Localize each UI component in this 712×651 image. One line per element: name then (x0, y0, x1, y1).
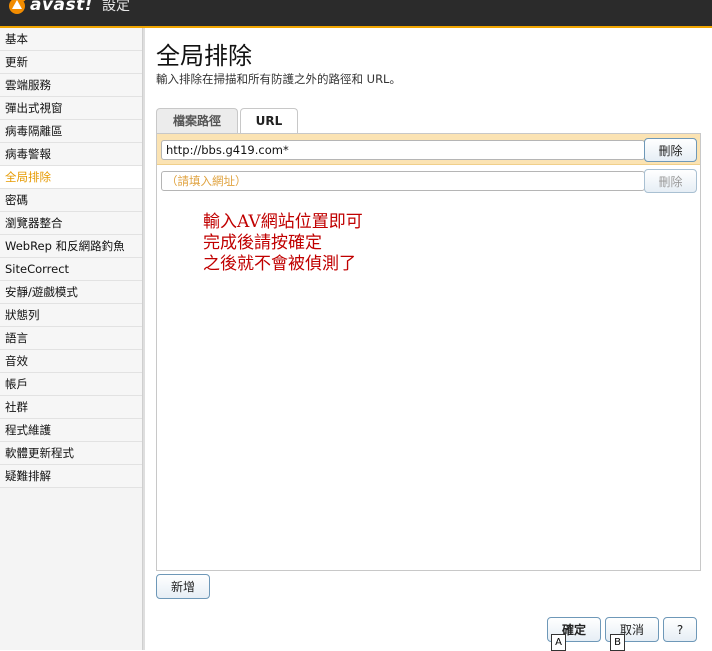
annotation-line: 輸入AV網站位置即可 (203, 212, 363, 232)
sidebar-item-account[interactable]: 帳戶 (0, 373, 142, 396)
page-description: 輸入排除在掃描和所有防護之外的路徑和 URL。 (156, 72, 401, 86)
sidebar-item-update[interactable]: 更新 (0, 51, 142, 74)
help-button[interactable]: ? (663, 617, 697, 642)
sidebar-divider (143, 28, 145, 650)
instruction-annotation: 輸入AV網站位置即可 完成後請按確定 之後就不會被偵測了 (203, 212, 363, 275)
add-url-button[interactable]: 新增 (156, 574, 210, 599)
window-title: 設定 (102, 0, 130, 14)
delete-new-url-button[interactable]: 刪除 (644, 169, 697, 193)
sidebar-item-virus-alert[interactable]: 病毒警報 (0, 143, 142, 166)
sidebar-item-webrep[interactable]: WebRep 和反網路釣魚 (0, 235, 142, 258)
sidebar-item-software-updater[interactable]: 軟體更新程式 (0, 442, 142, 465)
delete-url-button[interactable]: 刪除 (644, 138, 697, 162)
sidebar-item-maintenance[interactable]: 程式維護 (0, 419, 142, 442)
sidebar-item-cloud-services[interactable]: 雲端服務 (0, 74, 142, 97)
sidebar-item-community[interactable]: 社群 (0, 396, 142, 419)
sidebar-item-status-bar[interactable]: 狀態列 (0, 304, 142, 327)
tab-url[interactable]: URL (240, 108, 298, 134)
avast-logo: avast! (6, 0, 93, 16)
settings-sidebar: 基本 更新 雲端服務 彈出式視窗 病毒隔離區 病毒警報 全局排除 密碼 瀏覽器整… (0, 28, 143, 650)
annotation-line: 完成後請按確定 (203, 233, 322, 253)
brand-name: avast! (30, 0, 94, 15)
sidebar-item-popups[interactable]: 彈出式視窗 (0, 97, 142, 120)
sidebar-item-sounds[interactable]: 音效 (0, 350, 142, 373)
sidebar-item-troubleshooting[interactable]: 疑難排解 (0, 465, 142, 488)
sidebar-item-global-exclusions[interactable]: 全局排除 (0, 166, 142, 189)
main-content: 全局排除 輸入排除在掃描和所有防護之外的路徑和 URL。 檔案路徑 URL 刪除… (146, 28, 712, 651)
keyboard-hint-a: A (551, 634, 566, 651)
sidebar-item-silent-gaming-mode[interactable]: 安靜/遊戲模式 (0, 281, 142, 304)
url-input-existing[interactable] (161, 140, 645, 160)
tab-file-paths[interactable]: 檔案路徑 (156, 108, 238, 133)
sidebar-item-browser-integration[interactable]: 瀏覽器整合 (0, 212, 142, 235)
url-input-new[interactable] (161, 171, 645, 191)
title-bar: avast! 設定 (0, 0, 712, 28)
sidebar-item-password[interactable]: 密碼 (0, 189, 142, 212)
sidebar-item-basic[interactable]: 基本 (0, 28, 142, 51)
page-title: 全局排除 (156, 42, 252, 70)
keyboard-hint-b: B (610, 634, 625, 651)
sidebar-item-language[interactable]: 語言 (0, 327, 142, 350)
avast-ball-icon (9, 0, 26, 14)
annotation-line: 之後就不會被偵測了 (203, 254, 356, 274)
sidebar-item-sitecorrect[interactable]: SiteCorrect (0, 258, 142, 281)
url-exclusion-panel: 刪除 刪除 輸入AV網站位置即可 完成後請按確定 之後就不會被偵測了 (156, 133, 701, 571)
sidebar-item-quarantine[interactable]: 病毒隔離區 (0, 120, 142, 143)
